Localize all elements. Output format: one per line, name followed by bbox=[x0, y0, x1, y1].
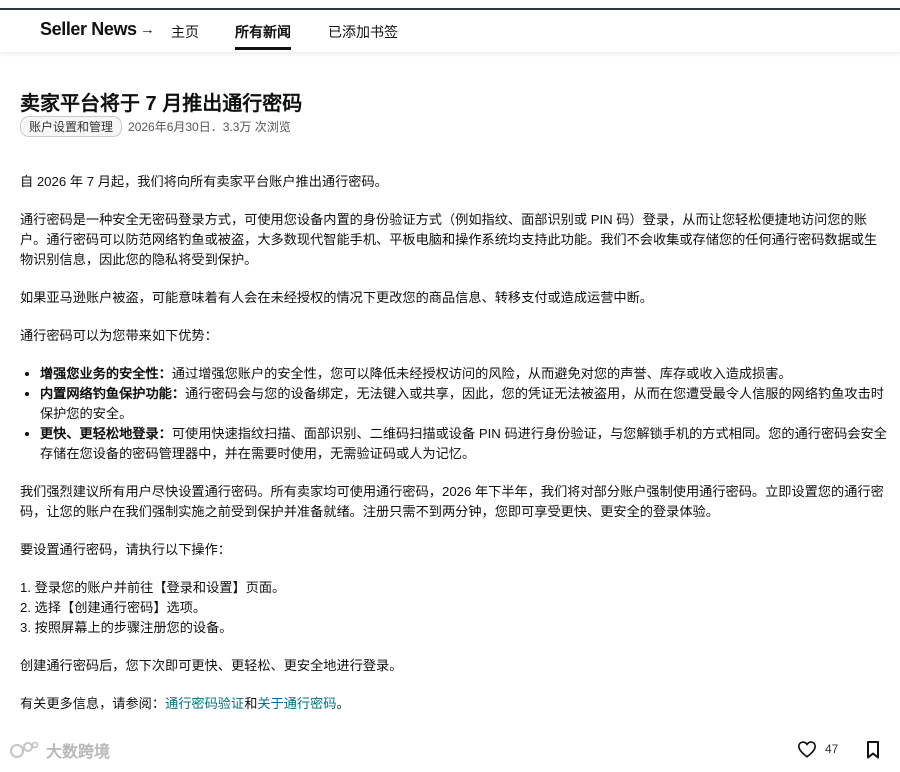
benefit-title: 更快、更轻松地登录： bbox=[40, 426, 172, 441]
more-info-prefix: 有关更多信息，请参阅： bbox=[20, 696, 166, 711]
arrow-right-icon: → bbox=[140, 21, 155, 38]
link-about-passkeys[interactable]: 关于通行密码 bbox=[257, 696, 336, 711]
nav-all-news[interactable]: 所有新闻 bbox=[235, 22, 291, 50]
top-nav: Seller News → 主页 所有新闻 已添加书签 bbox=[0, 10, 900, 52]
benefits-list: 增强您业务的安全性：通过增强您账户的安全性，您可以降低未经授权访问的风险，从而避… bbox=[20, 364, 888, 464]
list-item: 内置网络钓鱼保护功能：通行密码会与您的设备绑定，无法键入或共享，因此，您的凭证无… bbox=[40, 384, 888, 424]
nav-bookmarked[interactable]: 已添加书签 bbox=[328, 22, 398, 42]
watermark: 大数跨境 bbox=[8, 738, 110, 762]
paragraph: 创建通行密码后，您下次即可更快、更轻松、更安全地进行登录。 bbox=[20, 658, 403, 673]
like-count: 47 bbox=[825, 742, 839, 756]
article-body: 自 2026 年 7 月起，我们将向所有卖家平台账户推出通行密码。 通行密码是一… bbox=[20, 172, 888, 732]
list-item: 更快、更轻松地登录：可使用快速指纹扫描、面部识别、二维码扫描或设备 PIN 码进… bbox=[40, 424, 888, 464]
list-item: 1. 登录您的账户并前往【登录和设置】页面。 bbox=[20, 580, 286, 595]
nav-home[interactable]: 主页 bbox=[171, 22, 199, 42]
paragraph: 如果亚马逊账户被盗，可能意味着有人会在未经授权的情况下更改您的商品信息、转移支付… bbox=[20, 290, 653, 305]
paragraph: 通行密码是一种安全无密码登录方式，可使用您设备内置的身份验证方式（例如指纹、面部… bbox=[20, 212, 878, 267]
paragraph: 要设置通行密码，请执行以下操作： bbox=[20, 542, 231, 557]
link-passkey-verification[interactable]: 通行密码验证 bbox=[165, 696, 244, 711]
paragraph: 通行密码可以为您带来如下优势： bbox=[20, 328, 218, 343]
watermark-text: 大数跨境 bbox=[46, 744, 111, 761]
list-item: 2. 选择【创建通行密码】选项。 bbox=[20, 600, 207, 615]
paragraph: 我们强烈建议所有用户尽快设置通行密码。所有卖家均可使用通行密码，2026 年下半… bbox=[20, 484, 884, 519]
watermark-logo-icon bbox=[10, 741, 39, 758]
article-date-views: 2026年6月30日．3.3万 次浏览 bbox=[128, 120, 291, 134]
article-title: 卖家平台将于 7 月推出通行密码 bbox=[20, 93, 303, 115]
more-info: 有关更多信息，请参阅：通行密码验证和关于通行密码。 bbox=[20, 694, 888, 714]
benefit-title: 内置网络钓鱼保护功能： bbox=[40, 386, 186, 401]
steps-list: 1. 登录您的账户并前往【登录和设置】页面。 2. 选择【创建通行密码】选项。 … bbox=[20, 578, 888, 638]
bookmark-button[interactable] bbox=[866, 741, 880, 764]
list-item: 3. 按照屏幕上的步骤注册您的设备。 bbox=[20, 620, 233, 635]
article-meta: 账户设置和管理 2026年6月30日．3.3万 次浏览 bbox=[20, 116, 291, 137]
list-item: 增强您业务的安全性：通过增强您账户的安全性，您可以降低未经授权访问的风险，从而避… bbox=[40, 364, 888, 384]
brand-logo[interactable]: Seller News bbox=[40, 19, 137, 40]
bookmark-icon bbox=[867, 741, 879, 759]
benefit-text: 通过增强您账户的安全性，您可以降低未经授权访问的风险，从而避免对您的声誉、库存或… bbox=[171, 366, 792, 381]
category-tag[interactable]: 账户设置和管理 bbox=[20, 116, 123, 137]
heart-icon bbox=[797, 741, 817, 758]
paragraph: 自 2026 年 7 月起，我们将向所有卖家平台账户推出通行密码。 bbox=[20, 174, 388, 189]
like-button[interactable]: 47 bbox=[797, 740, 838, 758]
benefit-title: 增强您业务的安全性： bbox=[40, 366, 172, 381]
more-info-suffix: 。 bbox=[336, 696, 350, 711]
link-joiner: 和 bbox=[244, 696, 258, 711]
